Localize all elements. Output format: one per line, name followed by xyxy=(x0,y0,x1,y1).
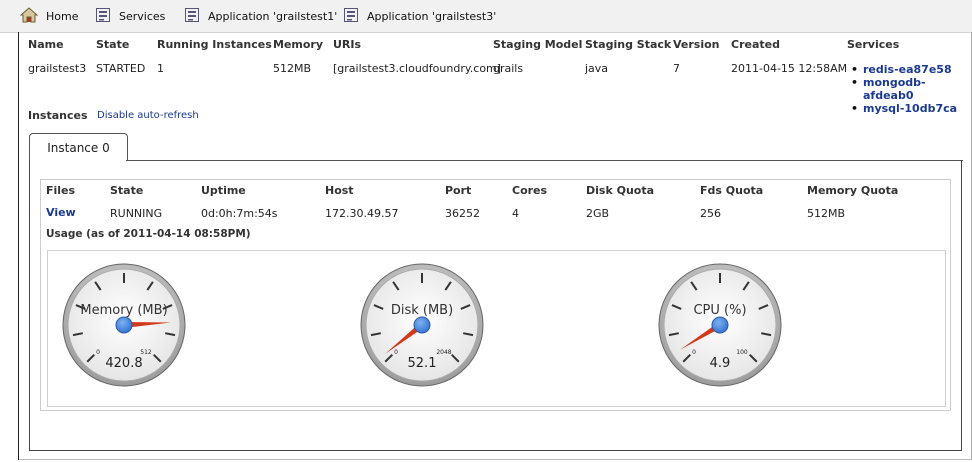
disable-auto-refresh-link[interactable]: Disable auto-refresh xyxy=(97,110,199,121)
gauge-memory-min-label: 0 xyxy=(96,349,100,356)
app-version: 7 xyxy=(673,62,680,75)
files-view-link[interactable]: View xyxy=(46,206,76,219)
instance-cores: 4 xyxy=(512,207,519,220)
col-header-port: Port xyxy=(445,184,472,197)
tab-services[interactable]: Services xyxy=(95,0,165,32)
gauge-memory-value: 420.8 xyxy=(105,356,142,371)
services-list: redis-ea87e58 mongodb-afdeab0 mysql-10db… xyxy=(849,63,971,115)
col-header-cores: Cores xyxy=(512,184,548,197)
col-header-host: Host xyxy=(325,184,354,197)
col-header-running-instances: Running Instances xyxy=(157,38,272,51)
app-state: STARTED xyxy=(96,62,146,75)
col-header-created: Created xyxy=(731,38,780,51)
col-header-state: State xyxy=(96,38,130,51)
application-icon xyxy=(184,7,208,26)
gauge-cpu-min-label: 0 xyxy=(692,349,696,356)
application-icon xyxy=(343,7,367,26)
col-header-disk-quota: Disk Quota xyxy=(586,184,655,197)
col-header-fds-quota: Fds Quota xyxy=(700,184,764,197)
tab-application-grailstest1-label: Application 'grailstest1' xyxy=(208,9,338,23)
tab-application-grailstest1[interactable]: Application 'grailstest1' xyxy=(184,0,337,32)
services-icon xyxy=(95,7,119,26)
instance-memory-quota: 512MB xyxy=(807,207,846,220)
gauge-disk-title: Disk (MB) xyxy=(391,303,453,318)
usage-title: Usage (as of 2011-04-14 08:58PM) xyxy=(46,228,251,240)
instance-state: RUNNING xyxy=(110,207,163,220)
gauge-memory-max-label: 512 xyxy=(140,349,152,356)
tab-services-label: Services xyxy=(119,9,166,23)
service-link-mysql[interactable]: mysql-10db7ca xyxy=(849,102,971,115)
instance-port: 36252 xyxy=(445,207,480,220)
col-header-services: Services xyxy=(847,38,900,51)
gauge-disk-min-label: 0 xyxy=(394,349,398,356)
app-running-instances: 1 xyxy=(157,62,164,75)
instances-label: Instances xyxy=(28,109,88,122)
col-header-staging-model: Staging Model xyxy=(493,38,583,51)
col-header-uris: URIs xyxy=(333,38,362,51)
gauge-disk-hub xyxy=(413,316,431,334)
col-header-files: Files xyxy=(46,184,76,197)
service-link-redis[interactable]: redis-ea87e58 xyxy=(849,63,971,76)
home-icon xyxy=(19,6,46,26)
app-name: grailstest3 xyxy=(28,62,87,75)
col-header-memory: Memory xyxy=(273,38,324,51)
panel-bottom-border xyxy=(19,459,971,460)
tab-home-label: Home xyxy=(46,9,79,23)
col-header-name: Name xyxy=(28,38,64,51)
tab-application-grailstest3-label: Application 'grailstest3' xyxy=(367,9,497,23)
instance-uptime: 0d:0h:7m:54s xyxy=(201,207,278,220)
gauge-disk-max-label: 2048 xyxy=(436,349,451,356)
col-header-staging-stack: Staging Stack xyxy=(585,38,672,51)
app-staging-model: grails xyxy=(493,62,524,75)
gauge-cpu-max-label: 100 xyxy=(736,349,748,356)
usage-gauges: Memory (MB) 0 512420.8 Disk (MB) 0 204852.1 CP… xyxy=(62,263,782,387)
service-link-mongodb[interactable]: mongodb-afdeab0 xyxy=(849,76,971,102)
gauge-cpu-hub xyxy=(711,316,729,334)
col-header-instance-state: State xyxy=(110,184,144,197)
tab-instance-0[interactable]: Instance 0 xyxy=(29,133,128,161)
gauge-cpu-title: CPU (%) xyxy=(693,303,746,318)
col-header-uptime: Uptime xyxy=(201,184,246,197)
usage-gauges-box: Memory (MB) 0 512 420.8 Disk (MB) 0 2048 52.1 CP… xyxy=(47,250,946,407)
top-tab-bar: Home Services Application 'grailstest1' … xyxy=(0,0,972,33)
gauge-disk-value: 52.1 xyxy=(408,356,437,371)
gauge-memory-title: Memory (MB) xyxy=(80,303,167,318)
application-panel: Name State Running Instances Memory URIs… xyxy=(18,32,972,460)
col-header-version: Version xyxy=(673,38,720,51)
app-uris: [grailstest3.cloudfoundry.com] xyxy=(333,62,502,75)
app-staging-stack: java xyxy=(585,62,609,75)
instance-fds-quota: 256 xyxy=(700,207,721,220)
gauge-memory-hub xyxy=(115,316,133,334)
col-header-memory-quota: Memory Quota xyxy=(807,184,899,197)
instance-disk-quota: 2GB xyxy=(586,207,610,220)
app-created: 2011-04-15 12:58AM xyxy=(731,62,848,75)
app-memory: 512MB xyxy=(273,62,312,75)
instance-host: 172.30.49.57 xyxy=(325,207,399,220)
gauge-cpu-value: 4.9 xyxy=(710,356,731,371)
tab-application-grailstest3[interactable]: Application 'grailstest3' xyxy=(343,0,496,32)
tab-home[interactable]: Home xyxy=(19,0,79,32)
